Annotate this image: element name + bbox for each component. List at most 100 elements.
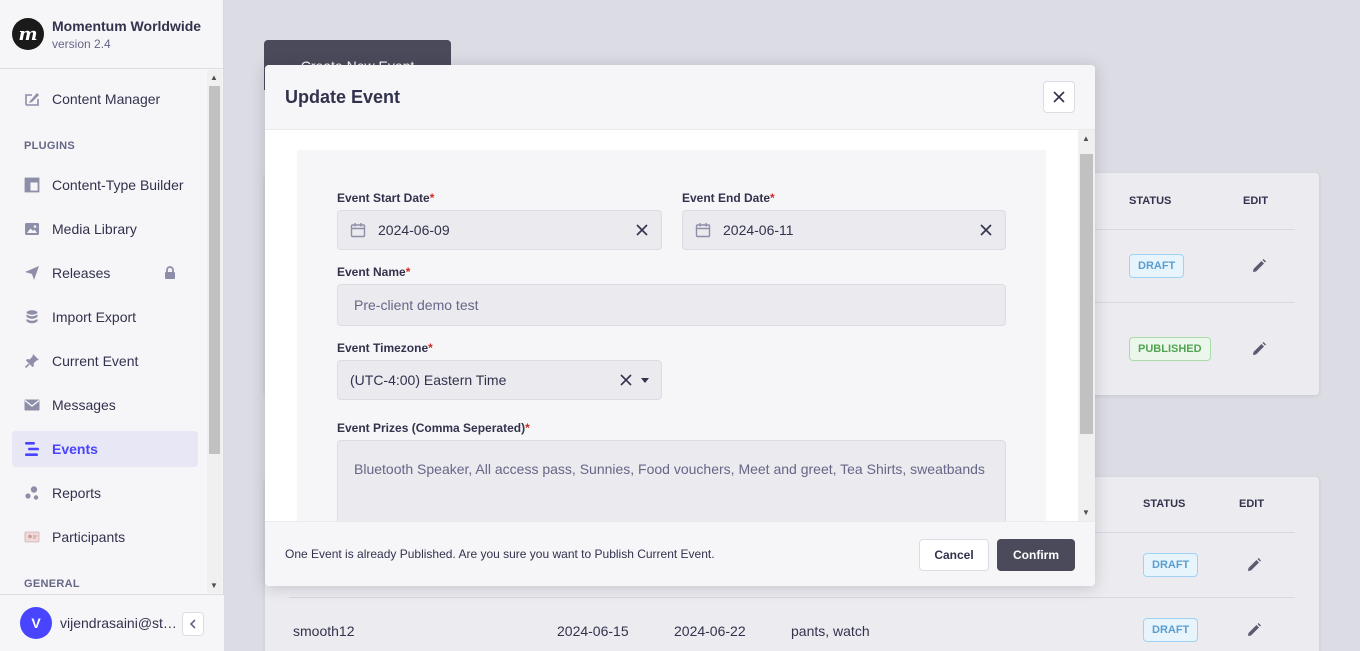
sidebar-item-content-type-builder[interactable]: Content-Type Builder [12,167,198,203]
status-badge: DRAFT [1129,254,1185,278]
sidebar-item-label: Messages [52,397,116,413]
pencil-icon[interactable] [1252,259,1266,273]
status-badge: DRAFT [1143,553,1199,577]
sidebar-item-label: Participants [52,529,126,545]
end-date-value: 2024-06-11 [723,222,794,238]
chevron-left-icon [189,619,196,629]
sidebar-nav: Content Manager PLUGINS Content-Type Bui… [0,70,207,593]
sidebar-item-label: Current Event [52,353,139,369]
feather-icon [24,91,40,107]
brand-version: version 2.4 [52,36,111,51]
sidebar: m Momentum Worldwide version 2.4 Content… [0,0,224,651]
event-form: Event Start Date* 2024-06-09 Event End D… [297,150,1046,521]
sidebar-item-messages[interactable]: Messages [12,387,198,423]
timezone-label: Event Timezone* [337,341,433,355]
sidebar-item-label: Reports [52,485,102,501]
event-name-cell: smooth12 [293,623,355,639]
brand-logo: m [12,18,44,50]
modal-footer: One Event is already Published. Are you … [265,521,1095,586]
end-date-cell: 2024-06-22 [674,623,746,639]
calendar-icon [350,223,366,238]
close-icon [1053,91,1065,103]
collapse-sidebar-button[interactable] [182,612,204,636]
sidebar-item-media-library[interactable]: Media Library [12,211,198,247]
sidebar-item-label: Import Export [52,309,137,325]
sidebar-item-label: Content Manager [52,91,161,107]
sidebar-item-label: Releases [52,265,111,281]
brand-text: Momentum Worldwide version 2.4 [52,18,201,51]
brand-name: Momentum Worldwide [52,17,202,34]
sidebar-item-content-manager[interactable]: Content Manager [12,81,198,117]
start-date-cell: 2024-06-15 [557,623,629,639]
scroll-down-arrow-icon[interactable]: ▼ [1082,508,1090,517]
sidebar-item-participants[interactable]: Participants [12,519,198,555]
sidebar-scrollbar[interactable]: ▲ ▼ [207,70,222,593]
start-date-field[interactable]: 2024-06-09 [337,210,662,250]
pencil-icon[interactable] [1247,623,1261,637]
clear-icon[interactable] [619,373,633,387]
scroll-up-arrow-icon[interactable]: ▲ [1082,134,1090,143]
sidebar-item-label: Content-Type Builder [52,177,184,193]
row-divider [289,597,1295,598]
event-name-input[interactable]: Pre-client demo test [337,284,1006,326]
sidebar-item-label: Media Library [52,221,137,237]
cancel-button[interactable]: Cancel [919,539,989,571]
event-name-label: Event Name* [337,265,411,279]
user-email: vijendrasaini@staging.momentum.com [60,615,180,631]
chevron-down-icon[interactable] [641,378,649,383]
pin-icon [24,353,40,369]
status-column-header: STATUS [1129,195,1172,207]
event-name-value: Pre-client demo test [354,297,479,313]
sidebar-item-label: Events [52,441,98,457]
update-event-modal: Update Event Event Start Date* 2024-06-0… [265,65,1095,586]
id-card-icon [24,529,40,545]
image-icon [24,221,40,237]
confirm-button[interactable]: Confirm [997,539,1075,571]
chart-dots-icon [24,485,40,501]
footer-message: One Event is already Published. Are you … [285,547,715,561]
close-button[interactable] [1043,81,1075,113]
timezone-select[interactable]: (UTC-4:00) Eastern Time [337,360,662,400]
modal-scrollbar[interactable]: ▲ ▼ [1078,130,1095,521]
end-date-field[interactable]: 2024-06-11 [682,210,1006,250]
scroll-up-arrow-icon[interactable]: ▲ [210,73,218,82]
edit-column-header: EDIT [1243,195,1269,207]
end-date-label: Event End Date* [682,191,775,205]
layout-icon [24,177,40,193]
scrollbar-thumb[interactable] [209,86,220,454]
sidebar-item-releases[interactable]: Releases [12,255,198,291]
avatar: V [20,607,52,639]
scroll-down-arrow-icon[interactable]: ▼ [210,581,218,590]
status-column-header: STATUS [1143,498,1186,510]
envelope-icon [24,397,40,413]
modal-title: Update Event [285,86,401,107]
modal-body: Event Start Date* 2024-06-09 Event End D… [265,130,1095,521]
sidebar-item-events[interactable]: Events [12,431,198,467]
pencil-icon[interactable] [1247,558,1261,572]
status-badge: DRAFT [1143,618,1199,642]
clear-icon[interactable] [635,223,649,237]
lock-icon [164,266,176,280]
prizes-textarea[interactable]: Bluetooth Speaker, All access pass, Sunn… [337,440,1006,521]
scrollbar-thumb[interactable] [1080,154,1093,434]
edit-column-header: EDIT [1239,498,1265,510]
modal-header: Update Event [265,65,1095,130]
status-badge: PUBLISHED [1129,337,1211,361]
sidebar-item-reports[interactable]: Reports [12,475,198,511]
start-date-value: 2024-06-09 [378,222,450,238]
start-date-label: Event Start Date* [337,191,435,205]
brand-header: m Momentum Worldwide version 2.4 [0,0,223,69]
sidebar-item-import-export[interactable]: Import Export [12,299,198,335]
calendar-icon [695,223,711,238]
pencil-icon[interactable] [1252,342,1266,356]
prizes-cell: pants, watch [791,623,870,639]
sidebar-item-current-event[interactable]: Current Event [12,343,198,379]
database-icon [24,309,40,325]
prizes-label: Event Prizes (Comma Seperated)* [337,421,530,435]
plugins-section-header: PLUGINS [24,140,75,152]
user-profile[interactable]: V vijendrasaini@staging.momentum.com [0,594,224,651]
clear-icon[interactable] [979,223,993,237]
paper-plane-icon [24,265,40,281]
timezone-value: (UTC-4:00) Eastern Time [350,372,507,388]
general-section-header: GENERAL [24,578,80,590]
